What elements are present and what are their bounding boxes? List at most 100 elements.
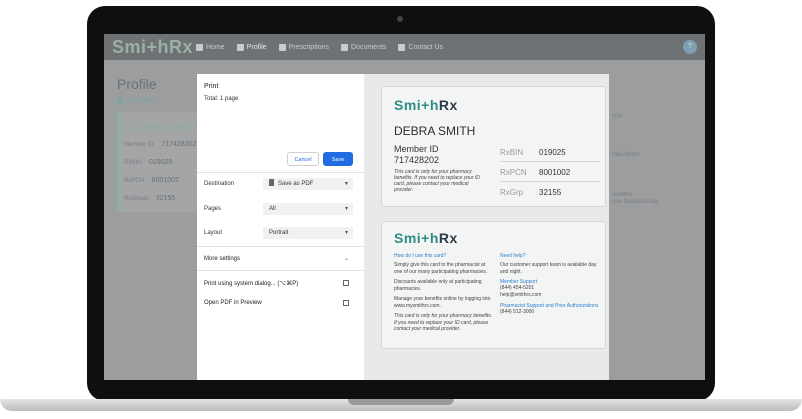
help-heading: Need help? [500, 253, 526, 259]
pages-label: Pages [204, 206, 222, 212]
id-card-front: Smi+hRx DEBRA SMITH Member ID 717428202 … [381, 86, 606, 207]
layout-select[interactable]: Portrait ▾ [263, 227, 353, 239]
row-label: RxGroup: [124, 196, 150, 202]
logo-rx: Rx [438, 230, 458, 246]
how-text: Manage your benefits online by logging i… [394, 296, 491, 309]
pharmacy-phone: (844) 512-3000 [500, 309, 535, 315]
member-support-text: (844) 454-5201 help@smithrx.com [500, 285, 542, 298]
chevron-down-icon: ▾ [344, 181, 348, 187]
row-value: 717428202 [161, 141, 197, 148]
nav-item-prescriptions[interactable]: Prescriptions [278, 43, 329, 51]
cancel-button[interactable]: Cancel [287, 152, 319, 166]
nav-item-home[interactable]: Home [196, 43, 225, 51]
page-title: Profile [117, 76, 157, 92]
how-note: This card is only for your pharmacy bene… [394, 313, 493, 332]
nav-label: Profile [246, 43, 267, 51]
member-id: 717428202 [394, 155, 440, 165]
pdf-file-icon [269, 179, 274, 186]
external-link-icon[interactable] [343, 280, 349, 286]
bg-text: one business day. [612, 199, 660, 205]
row-label: Member ID: [124, 142, 156, 148]
camera-icon [397, 16, 403, 22]
greeting: Hi, Debra Smith! [124, 122, 198, 133]
divider [197, 246, 364, 247]
home-icon [196, 43, 203, 51]
profile-row: Member ID: 717428202 [124, 141, 196, 148]
brand-logo[interactable]: Smi+hRx [112, 37, 196, 58]
chevron-down-icon: ▾ [344, 230, 348, 236]
more-settings-toggle[interactable]: More settings [204, 256, 240, 262]
help-text: Our customer support team is available d… [500, 262, 597, 275]
print-preview[interactable]: Smi+hRx DEBRA SMITH Member ID 717428202 … [364, 74, 609, 380]
nav-label: Documents [351, 43, 387, 51]
card-logo: Smi+hRx [394, 97, 458, 113]
documents-icon [341, 43, 348, 51]
divider [197, 172, 364, 173]
account-link[interactable]: Account [117, 96, 155, 105]
nav-label: Contact Us [408, 43, 444, 51]
prescriptions-icon [278, 43, 286, 51]
row-value: 019025 [149, 159, 173, 166]
how-text: Simply give this card to the pharmacist … [394, 262, 488, 275]
how-text: Discounts available only at participatin… [394, 279, 482, 292]
external-link-icon[interactable] [343, 300, 349, 306]
laptop-notch [348, 399, 454, 405]
field-value: 8001002 [539, 168, 571, 177]
row-value: 8001002 [151, 177, 179, 184]
row-value: 32155 [155, 195, 176, 202]
member-id-label: Member ID [394, 144, 439, 154]
logo-text: Smi+h [394, 230, 439, 246]
field-key: RxPCN [500, 168, 527, 177]
logo-rx: Rx [438, 97, 458, 113]
row-label: RxBIN: [124, 160, 144, 166]
stage: Smi+hRx Home Profile Prescriptions Docum… [0, 0, 802, 419]
system-dialog-link[interactable]: Print using system dialog... (⌥⌘P) [204, 280, 298, 287]
save-button[interactable]: Save [323, 152, 353, 166]
page-total: Total: 1 page [204, 96, 239, 102]
card-logo: Smi+hRx [394, 230, 458, 246]
layout-value: Portrait [269, 230, 289, 236]
print-title: Print [204, 83, 219, 90]
nav-item-profile[interactable]: Profile [236, 43, 267, 51]
bg-text: you. [612, 113, 624, 119]
field-key: RxBIN [500, 148, 524, 157]
destination-label: Destination [204, 181, 235, 187]
open-pdf-link[interactable]: Open PDF in Preview [204, 300, 262, 306]
layout-label: Layout [204, 230, 223, 236]
bg-text: Smithrx [612, 192, 633, 198]
contact-icon [398, 43, 406, 51]
how-heading: How do I use this card? [394, 253, 447, 259]
card-note: This card is only for your pharmacy bene… [394, 169, 480, 193]
destination-value: Save as PDF [278, 181, 314, 187]
nav-item-contact[interactable]: Contact Us [398, 43, 444, 51]
nav-label: Home [206, 43, 225, 51]
destination-select[interactable]: Save as PDF ▾ [263, 178, 353, 190]
screen: Smi+hRx Home Profile Prescriptions Docum… [104, 34, 705, 380]
navbar: Smi+hRx Home Profile Prescriptions Docum… [104, 34, 705, 60]
account-label: Account [126, 96, 155, 105]
avatar[interactable]: ? [683, 40, 697, 54]
id-card-back: Smi+hRx How do I use this card? Simply g… [381, 221, 606, 349]
profile-row: RxBIN: 019025 [124, 159, 172, 166]
field-divider [500, 181, 600, 182]
chevron-down-icon: ▾ [344, 206, 348, 212]
nav-label: Prescriptions [288, 43, 329, 51]
logo-text: Smi+h [394, 97, 439, 113]
profile-row: RxGroup: 32155 [124, 195, 175, 202]
row-label: RxPCN: [124, 178, 146, 184]
nav-item-documents[interactable]: Documents [341, 43, 387, 51]
chevron-down-icon[interactable]: ⌄ [344, 255, 349, 262]
bg-text: Mail Order [612, 152, 641, 158]
print-settings-panel: Print Total: 1 page Cancel Save Destinat… [197, 74, 364, 380]
profile-icon [236, 43, 244, 51]
field-key: RxGrp [500, 188, 524, 197]
field-value: 32155 [539, 188, 562, 197]
user-icon [117, 96, 123, 105]
field-divider [500, 161, 600, 162]
field-value: 019025 [539, 148, 566, 157]
pages-value: All [269, 206, 276, 212]
member-name: DEBRA SMITH [394, 124, 476, 138]
divider [197, 270, 364, 271]
pages-select[interactable]: All ▾ [263, 203, 353, 215]
profile-row: RxPCN: 8001002 [124, 177, 179, 184]
